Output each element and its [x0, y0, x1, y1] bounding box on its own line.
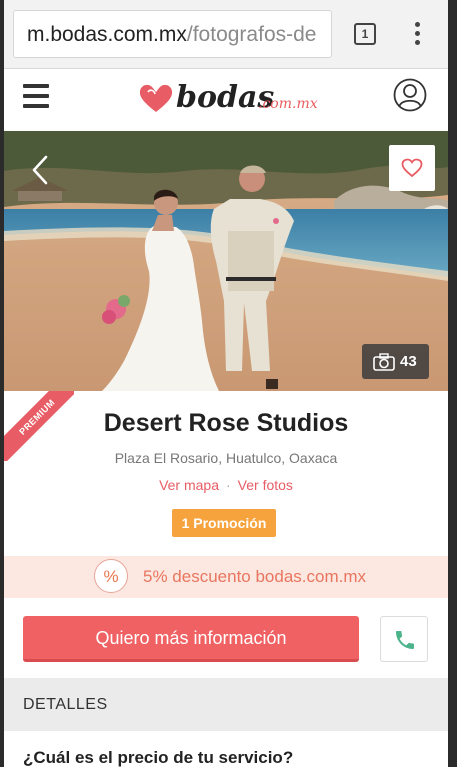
tab-switcher-button[interactable]: 1	[354, 23, 376, 45]
details-title: DETALLES	[23, 696, 108, 713]
hero-photo[interactable]: 43	[4, 131, 448, 391]
request-info-button[interactable]: Quiero más información	[23, 616, 359, 662]
vendor-links: Ver mapa · Ver fotos	[4, 477, 448, 493]
view-photos-link[interactable]: Ver fotos	[238, 477, 293, 493]
photo-count-badge[interactable]: 43	[362, 344, 429, 379]
logo-domain: .com.mx	[258, 96, 318, 112]
link-separator: ·	[226, 477, 231, 493]
camera-icon	[373, 353, 395, 371]
discount-banner[interactable]: % 5% descuento bodas.com.mx	[4, 556, 448, 598]
logo-heart-icon	[139, 84, 173, 112]
url-bar[interactable]: m.bodas.com.mx/fotografos-de	[13, 10, 332, 58]
details-section-header: DETALLES	[4, 678, 448, 731]
phone-icon	[396, 631, 414, 649]
heart-icon	[401, 158, 423, 178]
screen: m.bodas.com.mx/fotografos-de 1 bodas .co…	[4, 0, 448, 767]
url-host: m.bodas.com.mx	[27, 23, 187, 46]
favorite-button[interactable]	[389, 145, 435, 191]
chevron-left-icon[interactable]	[28, 153, 52, 187]
hamburger-icon[interactable]	[23, 84, 49, 108]
faq-question[interactable]: ¿Cuál es el precio de tu servicio?	[23, 748, 293, 767]
device-frame-right	[448, 0, 457, 767]
percent-icon: %	[94, 559, 128, 593]
vendor-location: Plaza El Rosario, Huatulco, Oaxaca	[114, 450, 338, 466]
site-logo[interactable]: bodas .com.mx	[138, 79, 318, 119]
url-path: /fotografos-de	[186, 23, 317, 46]
site-header: bodas .com.mx	[4, 69, 448, 132]
call-button[interactable]	[380, 616, 428, 662]
url-text: m.bodas.com.mx/fotografos-de	[27, 23, 316, 47]
user-circle-icon[interactable]	[393, 78, 427, 112]
browser-toolbar: m.bodas.com.mx/fotografos-de 1	[4, 0, 448, 69]
photo-count-value: 43	[400, 353, 417, 370]
promotion-badge[interactable]: 1 Promoción	[172, 509, 276, 537]
vendor-name: Desert Rose Studios	[103, 409, 349, 437]
view-map-link[interactable]: Ver mapa	[159, 477, 219, 493]
discount-text: 5% descuento bodas.com.mx	[143, 567, 367, 586]
browser-menu-icon[interactable]	[412, 22, 422, 48]
